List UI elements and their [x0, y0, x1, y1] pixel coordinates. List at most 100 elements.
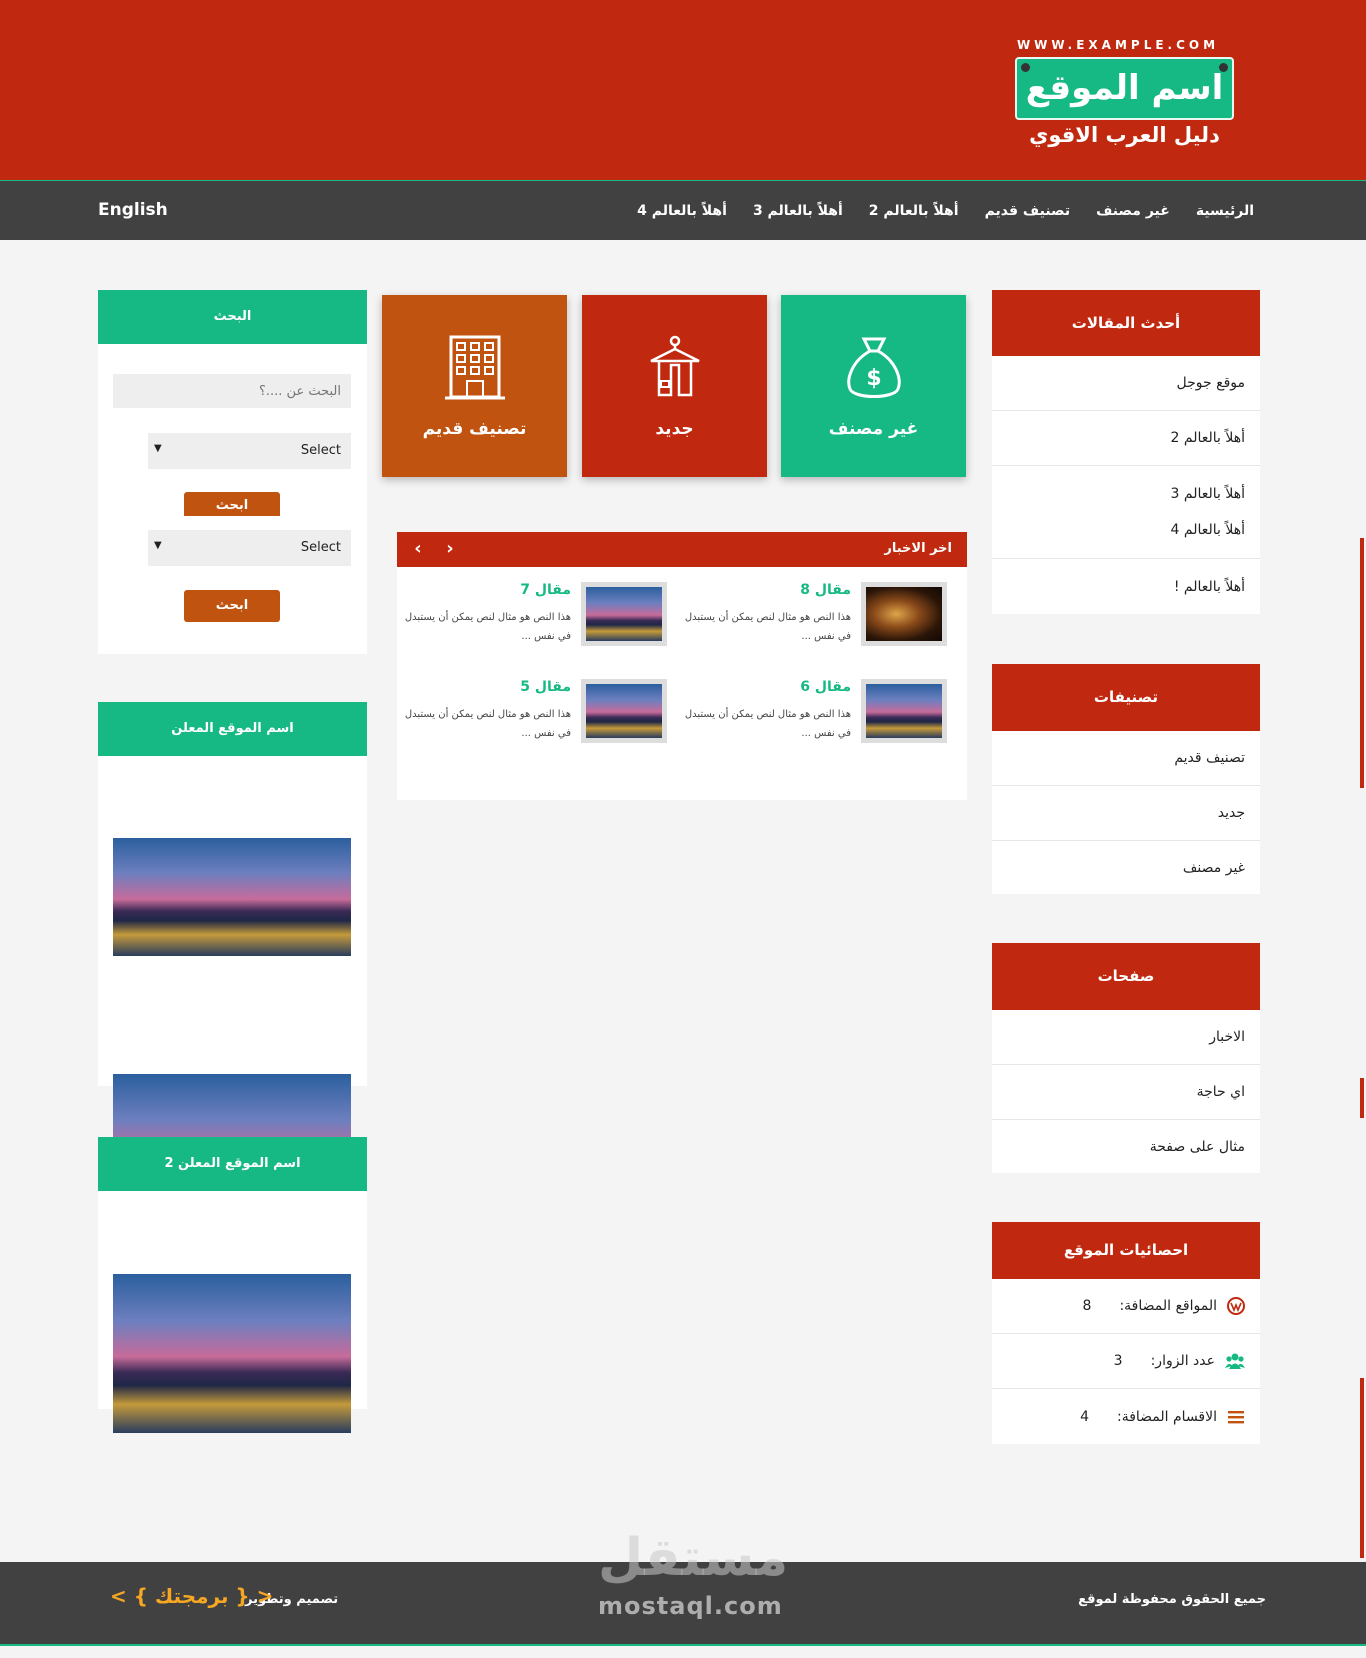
search-select[interactable]: ▼ Select: [148, 433, 351, 469]
ad-image[interactable]: [113, 838, 351, 956]
list-item[interactable]: تصنيف قديم: [992, 731, 1260, 786]
news-item-title[interactable]: مقال 8: [800, 582, 851, 598]
news-thumbnail[interactable]: [861, 582, 947, 646]
footer-strip: [0, 1644, 1366, 1658]
page-link[interactable]: مثال على صفحة: [1150, 1139, 1245, 1155]
news-item[interactable]: مقال 8 هذا النص هو مثال لنص يمكن أن يستب…: [677, 582, 947, 650]
category-tile-old[interactable]: تصنيف قديم: [382, 295, 567, 477]
post-link[interactable]: أهلاً بالعالم 3: [1171, 486, 1245, 502]
nav-item-hello-world-4[interactable]: أهلاً بالعالم 4: [637, 203, 727, 219]
scroll-marker: [1360, 1378, 1364, 1558]
users-icon: [1225, 1353, 1245, 1369]
chevron-right-icon[interactable]: ›: [441, 540, 459, 558]
site-logo[interactable]: اسم الموقع: [1015, 57, 1234, 120]
stat-value: 3: [1113, 1353, 1123, 1369]
nav-item-hello-world-2[interactable]: أهلاً بالعالم 2: [869, 203, 959, 219]
list-item[interactable]: غير مصنف: [992, 841, 1260, 894]
news-thumbnail[interactable]: [581, 679, 667, 743]
post-link[interactable]: موقع جوجل: [1177, 375, 1245, 391]
ad-image[interactable]: [113, 1274, 351, 1433]
categories-title: تصنيفات: [992, 664, 1260, 731]
news-item-excerpt: هذا النص هو مثال لنص يمكن أن يستبدل في ن…: [404, 612, 571, 642]
category-tile-new[interactable]: جديد: [582, 295, 767, 477]
copyright-text: جميع الحقوق محفوظة لموقع: [1078, 1592, 1266, 1607]
news-item-excerpt: هذا النص هو مثال لنص يمكن أن يستبدل في ن…: [684, 709, 851, 739]
chevron-left-icon[interactable]: ‹: [409, 540, 427, 558]
search-button[interactable]: ابحث: [184, 492, 280, 516]
list-item[interactable]: مثال على صفحة: [992, 1120, 1260, 1173]
list-item[interactable]: أهلاً بالعالم !: [992, 559, 1260, 614]
nav-item-uncategorized[interactable]: غير مصنف: [1096, 203, 1170, 219]
advertiser-widget: اسم الموقع المعلن 2: [98, 1137, 367, 1433]
pages-widget: صفحات الاخبار اي حاجة مثال على صفحة: [992, 943, 1260, 1173]
chevron-down-icon: ▼: [154, 443, 162, 454]
search-input[interactable]: [113, 374, 351, 408]
list-icon: [1228, 1410, 1244, 1423]
category-link[interactable]: تصنيف قديم: [1174, 750, 1245, 766]
latest-posts-title: أحدث المقالات: [992, 290, 1260, 356]
site-tagline: دليل العرب الاقوي: [1029, 123, 1220, 147]
categories-widget: تصنيفات تصنيف قديم جديد غير مصنف: [992, 664, 1260, 894]
list-item[interactable]: أهلاً بالعالم 3 أهلاً بالعالم 4: [992, 466, 1260, 559]
watermark-arabic: مستقل: [598, 1528, 789, 1588]
nav-item-home[interactable]: الرئيسية: [1196, 203, 1254, 219]
coins-image: [866, 587, 942, 641]
news-thumbnail[interactable]: [581, 582, 667, 646]
advertiser-title: اسم الموقع المعلن 2: [98, 1137, 367, 1191]
logo-url: WWW.EXAMPLE.COM: [1016, 38, 1220, 52]
developer-brand-logo[interactable]: < { برمجتك } >: [110, 1584, 273, 1608]
news-item[interactable]: مقال 7 هذا النص هو مثال لنص يمكن أن يستب…: [397, 582, 667, 650]
site-header: WWW.EXAMPLE.COM اسم الموقع دليل العرب ال…: [0, 0, 1366, 180]
watermark-latin: mostaql.com: [598, 1592, 783, 1620]
nav-menu: الرئيسية غير مصنف تصنيف قديم أهلاً بالعا…: [637, 181, 1254, 241]
select-value: Select: [300, 540, 341, 555]
city-image: [586, 684, 662, 738]
stat-row: المواقع المضافة: 8: [992, 1279, 1260, 1334]
advertiser-widget: اسم الموقع المعلن: [98, 702, 367, 1229]
stat-label: المواقع المضافة:: [1119, 1298, 1217, 1314]
language-switch[interactable]: English: [98, 200, 168, 220]
news-item-excerpt: هذا النص هو مثال لنص يمكن أن يستبدل في ن…: [684, 612, 851, 642]
stat-row: عدد الزوار: 3: [992, 1334, 1260, 1389]
list-item[interactable]: جديد: [992, 786, 1260, 841]
news-item-title[interactable]: مقال 7: [520, 582, 571, 598]
news-item[interactable]: مقال 6 هذا النص هو مثال لنص يمكن أن يستب…: [677, 679, 947, 747]
news-thumbnail[interactable]: [861, 679, 947, 743]
main-navbar: الرئيسية غير مصنف تصنيف قديم أهلاً بالعا…: [0, 180, 1366, 240]
page-link[interactable]: الاخبار: [1209, 1029, 1245, 1045]
list-item[interactable]: الاخبار: [992, 1010, 1260, 1065]
news-item-title[interactable]: مقال 6: [800, 679, 851, 695]
site-stats-widget: احصائيات الموقع المواقع المضافة: 8 عدد ا…: [992, 1222, 1260, 1444]
nav-item-hello-world-3[interactable]: أهلاً بالعالم 3: [753, 203, 843, 219]
news-header: اخر الاخبار ‹ ›: [397, 532, 967, 567]
scroll-marker: [1360, 1078, 1364, 1118]
category-link[interactable]: غير مصنف: [1183, 860, 1245, 876]
tile-label: جديد: [655, 419, 694, 439]
site-name: اسم الموقع: [1025, 68, 1224, 108]
news-item-title[interactable]: مقال 5: [520, 679, 571, 695]
post-link[interactable]: أهلاً بالعالم 4: [1171, 522, 1245, 538]
stat-row: الاقسام المضافة: 4: [992, 1389, 1260, 1444]
list-item[interactable]: أهلاً بالعالم 2: [992, 411, 1260, 466]
post-link[interactable]: أهلاً بالعالم 2: [1171, 430, 1245, 446]
logo-pin-icon: [1219, 63, 1228, 72]
list-item[interactable]: موقع جوجل: [992, 356, 1260, 411]
tile-label: تصنيف قديم: [422, 419, 527, 439]
category-tile-uncategorized[interactable]: $ غير مصنف: [781, 295, 966, 477]
search-widget: البحث ▼ Select ابحث ▼ Select ابحث: [98, 290, 367, 654]
logo-pin-icon: [1021, 63, 1030, 72]
svg-text:$: $: [866, 366, 881, 391]
search-select[interactable]: ▼ Select: [148, 530, 351, 566]
chevron-down-icon: ▼: [154, 540, 162, 551]
select-value: Select: [300, 443, 341, 458]
hanger-icon: [582, 335, 767, 401]
search-button[interactable]: ابحث: [184, 590, 280, 622]
advertiser-title: اسم الموقع المعلن: [98, 702, 367, 756]
page-link[interactable]: اي حاجة: [1197, 1084, 1245, 1100]
category-link[interactable]: جديد: [1218, 805, 1245, 821]
list-item[interactable]: اي حاجة: [992, 1065, 1260, 1120]
stat-label: الاقسام المضافة:: [1116, 1408, 1217, 1425]
news-item[interactable]: مقال 5 هذا النص هو مثال لنص يمكن أن يستب…: [397, 679, 667, 747]
nav-item-old-category[interactable]: تصنيف قديم: [985, 203, 1071, 219]
post-link[interactable]: أهلاً بالعالم !: [1174, 579, 1245, 595]
